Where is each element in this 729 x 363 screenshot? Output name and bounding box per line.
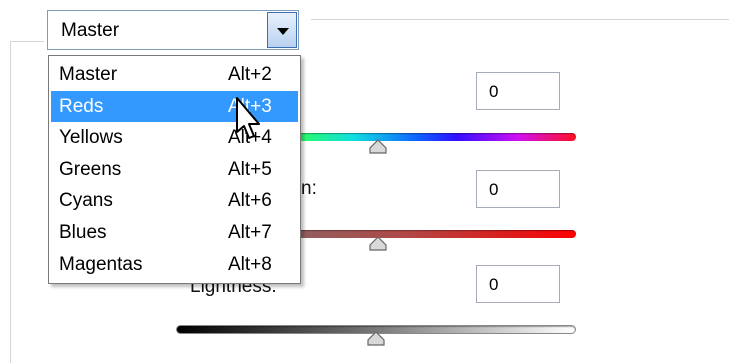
hue-input[interactable]: 0 [476,72,560,110]
list-item-label: Greens [59,158,122,180]
list-item-cyans[interactable]: Cyans Alt+6 [49,185,300,217]
list-item-label: Yellows [59,127,123,149]
list-item-shortcut: Alt+6 [228,190,272,212]
hue-slider-thumb-icon[interactable] [368,139,388,155]
list-item-magentas[interactable]: Magentas Alt+8 [49,249,300,281]
group-border-top-left [10,41,44,42]
list-item-blues[interactable]: Blues Alt+7 [49,217,300,249]
saturation-slider-thumb-icon[interactable] [368,236,388,252]
list-item-master[interactable]: Master Alt+2 [49,59,300,91]
list-item-shortcut: Alt+8 [228,253,272,275]
list-item-label: Master [59,64,118,85]
chevron-down-icon [277,28,289,35]
lightness-input[interactable]: 0 [476,265,560,303]
group-border-top-right [311,19,729,20]
mouse-cursor-icon [236,97,260,139]
list-item-label: Blues [59,221,107,243]
saturation-input[interactable]: 0 [476,170,560,208]
saturation-slider-track[interactable] [290,230,576,238]
hue-slider-track[interactable] [290,133,576,141]
saturation-label: n: [301,178,317,199]
list-item-label: Cyans [59,190,113,212]
list-item-shortcut: Alt+5 [228,158,272,180]
list-item-greens[interactable]: Greens Alt+5 [49,154,300,186]
list-item-label: Magentas [59,253,143,275]
list-item-shortcut: Alt+2 [228,64,272,85]
group-border-left [10,41,11,363]
channel-select[interactable]: Master [47,10,299,50]
channel-select-value: Master [61,20,120,41]
channel-dropdown-list: Master Alt+2 Reds Alt+3 Yellows Alt+4 Gr… [48,55,301,284]
list-item-label: Reds [59,95,104,117]
lightness-slider-thumb-icon[interactable] [366,331,386,347]
list-item-shortcut: Alt+7 [228,221,272,243]
dropdown-arrow-button[interactable] [267,12,297,48]
